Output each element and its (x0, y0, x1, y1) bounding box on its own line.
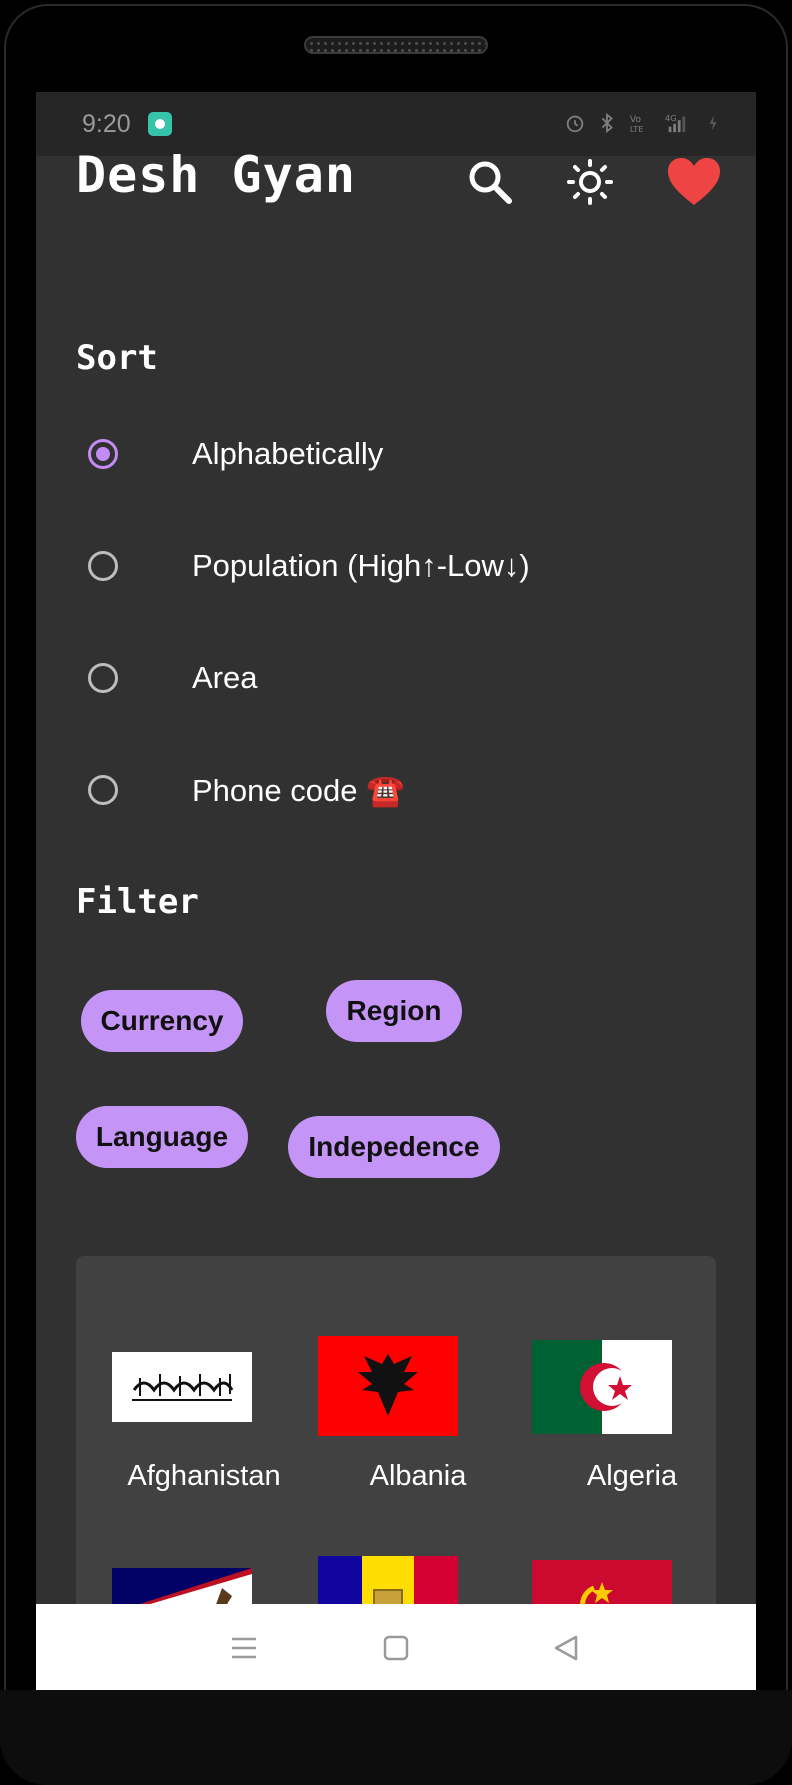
radio-button[interactable] (88, 775, 118, 805)
radio-button-selected[interactable] (88, 439, 118, 469)
afghanistan-flag (112, 1352, 252, 1422)
system-nav-bar (36, 1604, 756, 1692)
filter-heading: Filter (76, 882, 199, 922)
radio-button[interactable] (88, 663, 118, 693)
algeria-flag-graphic (532, 1340, 672, 1434)
radio-button[interactable] (88, 551, 118, 581)
notification-app-icon (148, 112, 172, 136)
filter-chip-region[interactable]: Region (326, 980, 462, 1042)
country-card-algeria[interactable]: Algeria (532, 1336, 716, 1516)
sort-option-label: Phone code ☎️ (192, 772, 405, 808)
sort-option-alphabetically[interactable]: Alphabetically (88, 422, 708, 486)
recent-apps-button[interactable] (224, 1630, 264, 1666)
earpiece-speaker (304, 36, 488, 54)
status-icons: Vo LTE 4G (564, 112, 724, 134)
sort-heading: Sort (76, 338, 158, 378)
home-button[interactable] (376, 1630, 416, 1666)
status-time: 9:20 (82, 110, 131, 138)
sort-option-label: Population (High↑-Low↓) (192, 548, 530, 583)
app-title: Desh Gyan (76, 146, 356, 204)
search-button[interactable] (462, 154, 518, 210)
country-card-afghanistan[interactable]: Afghanistan (104, 1336, 304, 1516)
app-bar: Desh Gyan (36, 142, 756, 232)
volte-icon: VoLTE (630, 114, 644, 134)
country-name: Algeria (586, 1460, 678, 1492)
sort-option-population[interactable]: Population (High↑-Low↓) (88, 534, 708, 598)
signal-4g-icon: 4G (665, 113, 686, 133)
app-screen: 9:20 Vo LTE 4G Desh Gyan Sort Alphabetic… (36, 92, 756, 1692)
albania-flag (318, 1336, 458, 1436)
bottom-bezel (0, 1690, 792, 1785)
filter-chip-independence[interactable]: Indepedence (288, 1116, 500, 1178)
country-name: Albania (369, 1460, 467, 1492)
home-square-icon (383, 1635, 409, 1661)
search-icon (469, 161, 512, 204)
favorites-button[interactable] (666, 154, 722, 210)
bluetooth-icon (601, 112, 613, 134)
albania-eagle-emblem (358, 1354, 418, 1416)
back-triangle-icon (554, 1635, 578, 1661)
filter-chip-currency[interactable]: Currency (81, 990, 243, 1052)
country-name: Afghanistan (127, 1460, 281, 1492)
alarm-icon (566, 115, 584, 133)
sort-option-label: Alphabetically (192, 436, 384, 471)
svg-text:LTE: LTE (630, 124, 644, 134)
svg-text:4G: 4G (665, 113, 677, 123)
afghanistan-flag-emblem (132, 1374, 234, 1401)
phone-frame: 9:20 Vo LTE 4G Desh Gyan Sort Alphabetic… (0, 0, 792, 1785)
theme-toggle-button[interactable] (562, 154, 618, 210)
sort-option-area[interactable]: Area (88, 646, 708, 710)
sort-option-label: Area (192, 660, 258, 695)
back-button[interactable] (546, 1630, 586, 1666)
country-card-albania[interactable]: Albania (318, 1336, 518, 1516)
favorite-heart-icon (668, 158, 720, 205)
filter-chip-language[interactable]: Language (76, 1106, 248, 1168)
battery-icon (709, 115, 717, 131)
menu-icon (232, 1637, 256, 1659)
algeria-flag (532, 1340, 672, 1434)
sort-option-phone-code[interactable]: Phone code ☎️ (88, 758, 708, 822)
brightness-icon (567, 159, 613, 205)
